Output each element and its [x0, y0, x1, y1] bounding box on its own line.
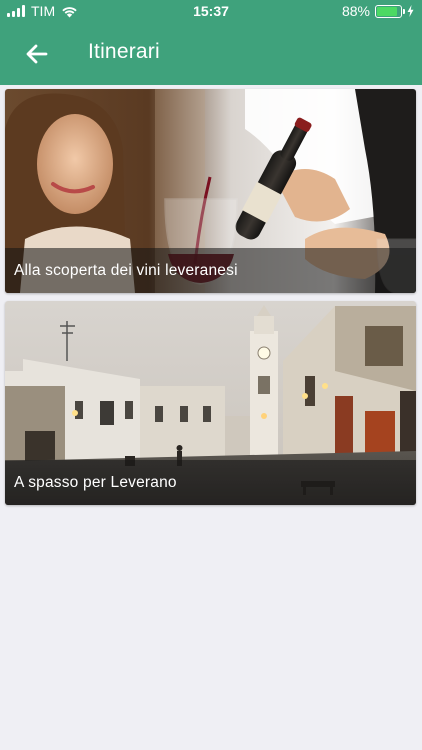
status-bar: TIM 15:37 88%: [0, 0, 422, 22]
itinerary-title: A spasso per Leverano: [14, 474, 177, 491]
battery-level: [377, 6, 398, 16]
itinerary-card-wine[interactable]: Alla scoperta dei vini leveranesi: [5, 89, 416, 293]
itinerary-title: Alla scoperta dei vini leveranesi: [14, 262, 238, 279]
battery-percent: 88%: [341, 3, 370, 19]
back-button[interactable]: [22, 39, 52, 69]
arrow-left-icon: [26, 44, 48, 64]
app-bar: Itinerari: [0, 22, 422, 85]
battery-icon: [375, 4, 405, 18]
status-right: 88%: [342, 3, 414, 19]
itinerary-card-town[interactable]: A spasso per Leverano: [5, 301, 416, 505]
page-title: Itinerari: [88, 40, 160, 63]
charging-bolt-icon: [407, 5, 414, 17]
